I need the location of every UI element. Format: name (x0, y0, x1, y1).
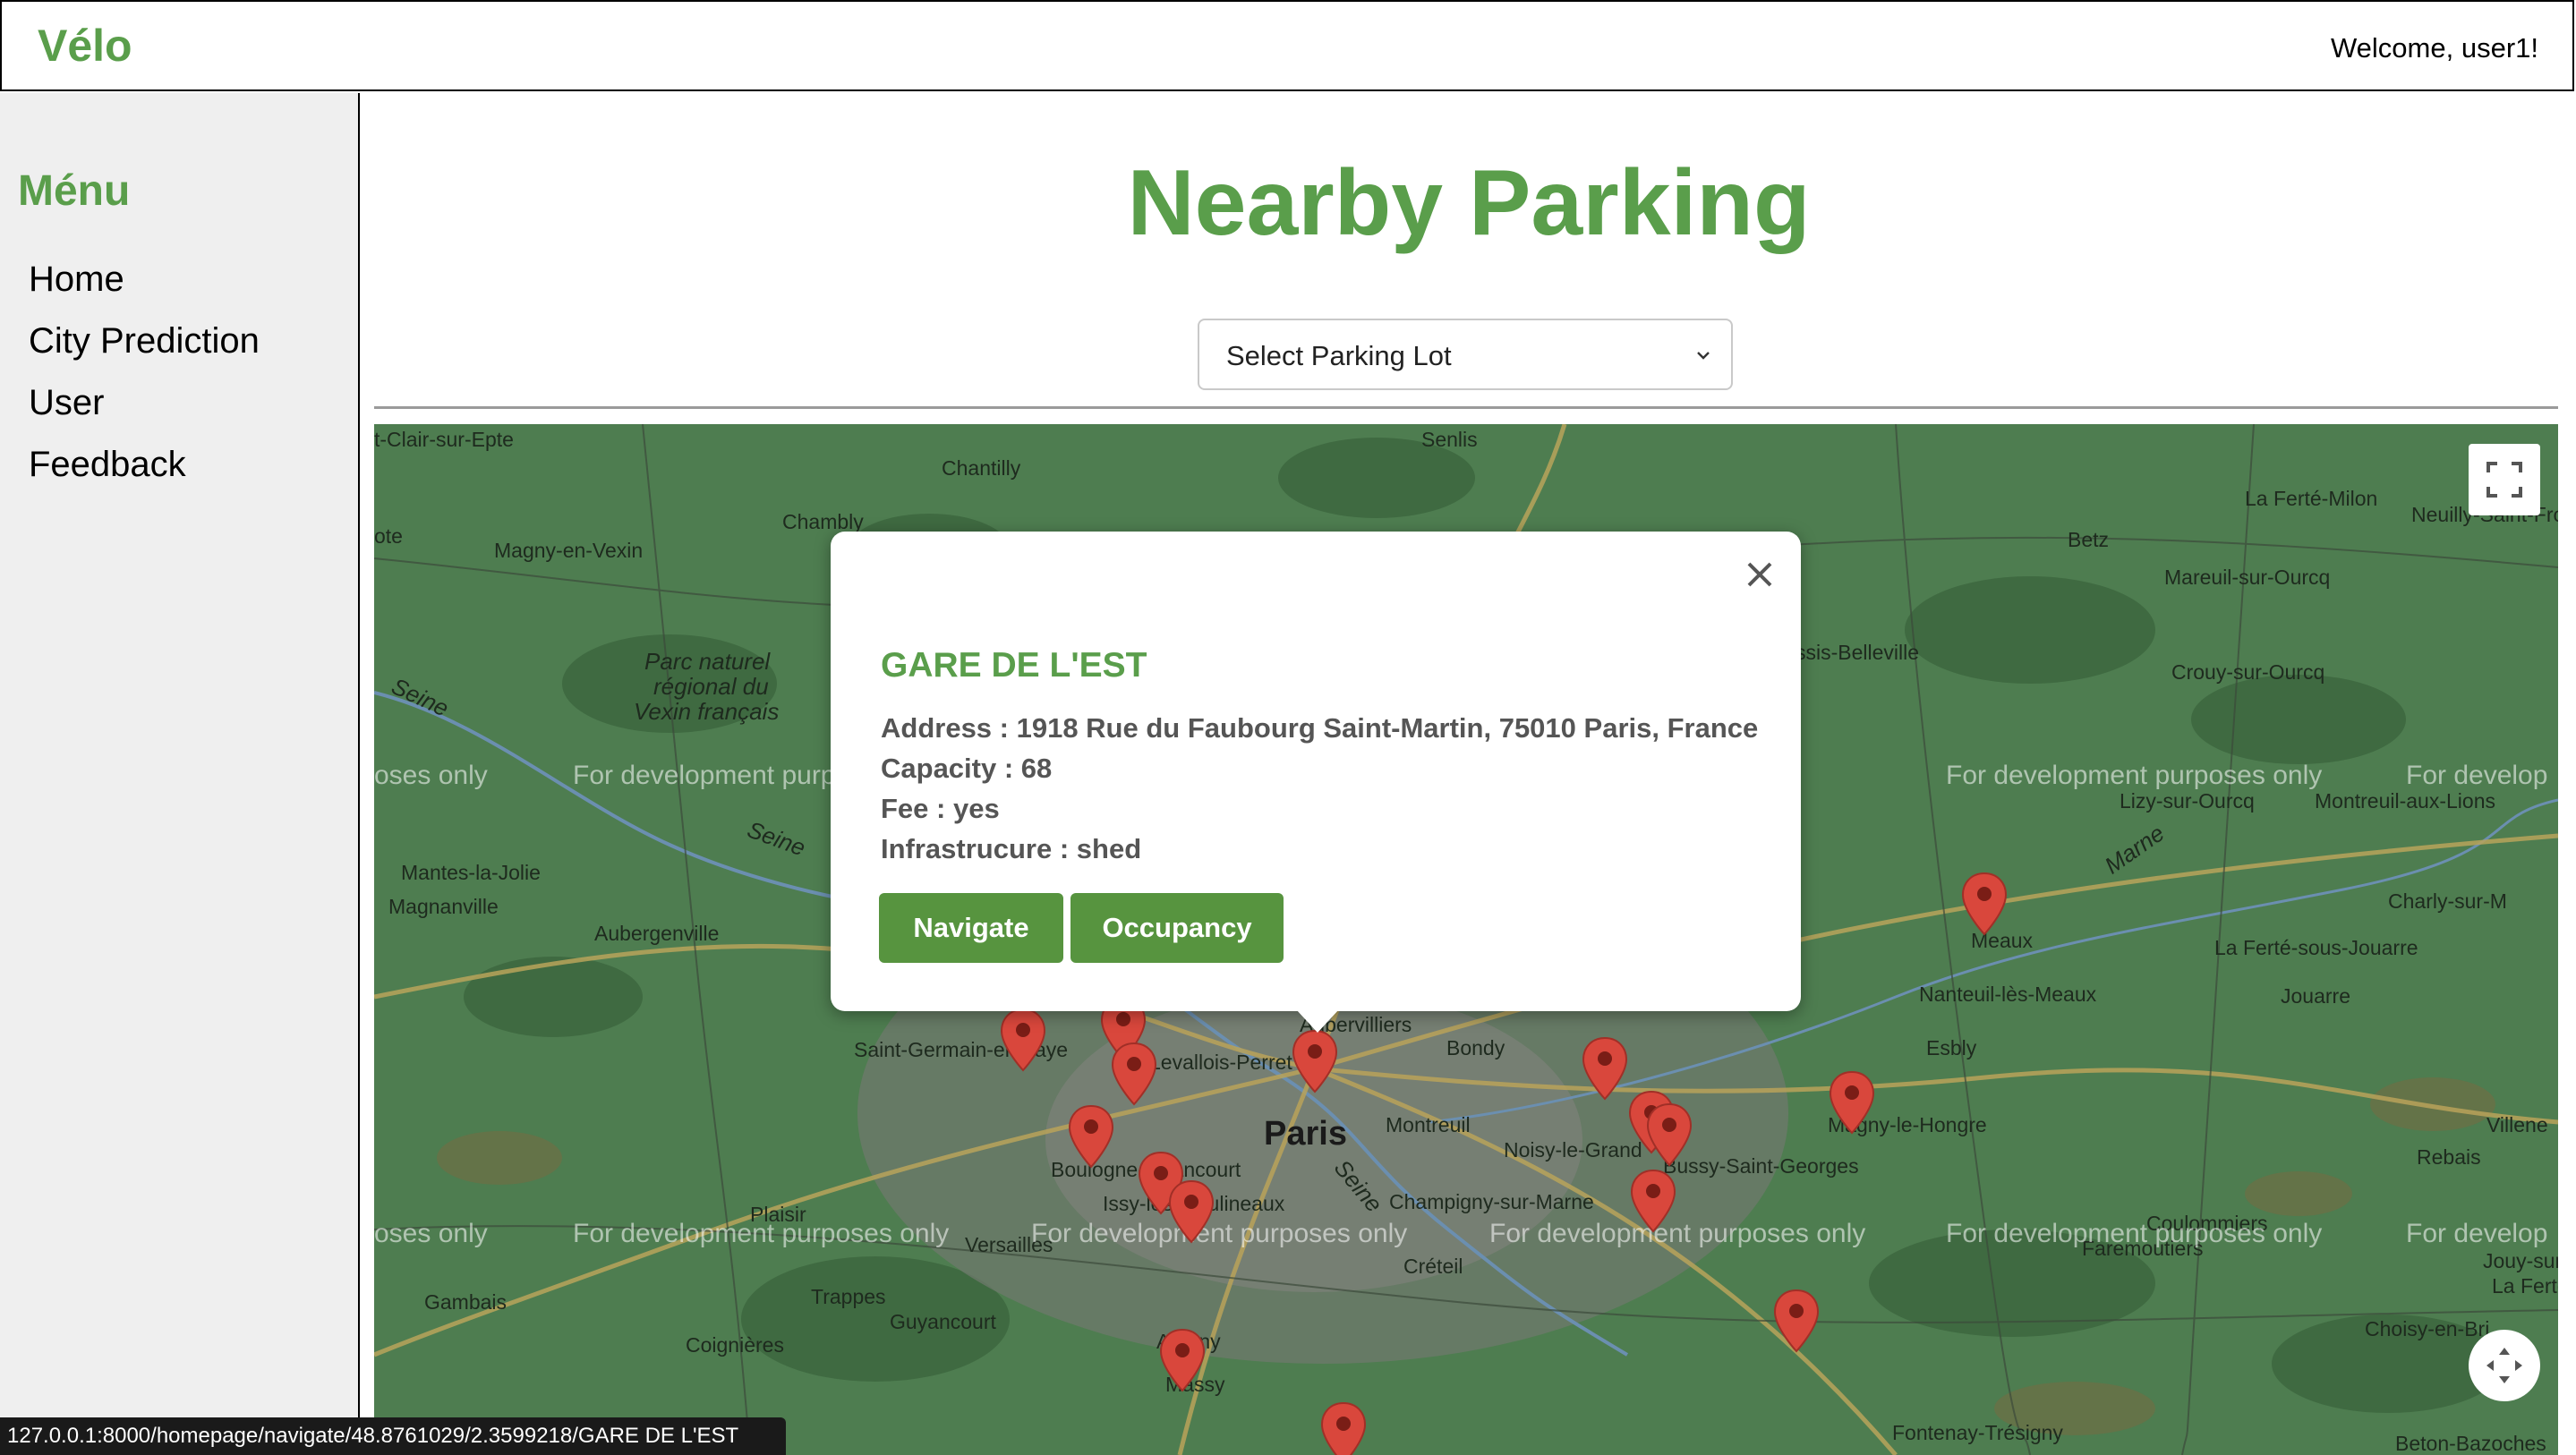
parking-marker-icon[interactable] (1291, 1029, 1339, 1093)
divider (374, 406, 2558, 409)
map-watermark: For development purposes only (573, 1219, 950, 1248)
brand-logo[interactable]: Vélo (38, 20, 132, 72)
map-place-label: ote (374, 524, 403, 548)
navigate-button[interactable]: Navigate (879, 893, 1063, 963)
parking-marker-icon[interactable] (1629, 1169, 1677, 1233)
map-place-label: Mareuil-sur-Ourcq (2164, 566, 2331, 589)
map-watermark: oses only (374, 761, 488, 790)
top-bar: Vélo Welcome, user1! (0, 0, 2574, 91)
sidebar-item-user[interactable]: User (29, 383, 104, 423)
sidebar-title: Ménu (18, 167, 131, 215)
map-place-label: Beton-Bazoches (2395, 1432, 2546, 1455)
map-place-label: Gambais (424, 1290, 508, 1314)
map-place-label: Aubergenville (594, 922, 720, 945)
map-camera-control-button[interactable] (2469, 1330, 2540, 1401)
fullscreen-button[interactable] (2469, 444, 2540, 515)
map-place-label: Fontenay-Trésigny (1892, 1421, 2063, 1444)
map-place-label: La Ferté- (2492, 1274, 2558, 1298)
parking-marker-icon[interactable] (1167, 1179, 1215, 1244)
map-place-label: Charly-sur-M (2388, 889, 2507, 913)
move-arrows-icon (2486, 1348, 2522, 1383)
parking-marker-icon[interactable] (1960, 872, 2009, 936)
parking-marker-icon[interactable] (1158, 1328, 1207, 1392)
map-watermark: oses only (374, 1219, 488, 1248)
map-place-label: Chantilly (942, 456, 1021, 480)
parking-lot-select[interactable]: Select Parking Lot (1198, 319, 1733, 390)
map-place-label: Magnanville (388, 895, 499, 918)
parking-marker-icon[interactable] (1772, 1289, 1821, 1353)
map-place-label: Chambly (782, 510, 864, 533)
sidebar-item-feedback[interactable]: Feedback (29, 445, 186, 485)
close-icon[interactable] (1742, 557, 1778, 592)
map-place-label: Montreuil-aux-Lions (2315, 789, 2495, 813)
parking-fee: Fee : yes (881, 793, 1000, 824)
parking-marker-icon[interactable] (1319, 1401, 1368, 1455)
map-place-label: Esbly (1926, 1036, 1977, 1059)
map-place-label: ssis-Belleville (1796, 641, 1920, 664)
map-place-label: Senlis (1421, 428, 1478, 451)
map-place-label: Créteil (1403, 1255, 1463, 1278)
map-place-label: Jouarre (2281, 984, 2350, 1008)
parking-address: Address : 1918 Rue du Faubourg Saint-Mar… (881, 712, 1759, 744)
map-place-label: régional du (653, 673, 769, 700)
sidebar-item-city-prediction[interactable]: City Prediction (29, 321, 260, 362)
parking-capacity: Capacity : 68 (881, 753, 1053, 784)
parking-infrastructure: Infrastrucure : shed (881, 833, 1142, 864)
map-place-label: Levallois-Perret (1149, 1051, 1292, 1074)
welcome-message: Welcome, user1! (2330, 32, 2538, 64)
parking-lot-select-value: Select Parking Lot (1226, 340, 1452, 371)
map-place-label: Villene (2486, 1113, 2548, 1136)
map-place-label: Parc naturel (644, 648, 771, 675)
parking-info-popup: GARE DE L'EST Address : 1918 Rue du Faub… (831, 532, 1801, 1011)
parking-marker-icon[interactable] (1581, 1036, 1629, 1101)
map-place-label: Nanteuil-lès-Meaux (1919, 983, 2097, 1006)
map-place-label: t-Clair-sur-Epte (374, 428, 514, 451)
map-place-label: Noisy-le-Grand (1504, 1138, 1642, 1161)
parking-marker-icon[interactable] (1067, 1104, 1115, 1169)
parking-marker-icon[interactable] (1645, 1102, 1693, 1167)
map-place-label: Mantes-la-Jolie (401, 861, 541, 884)
chevron-down-icon (1697, 352, 1710, 360)
map-watermark: For development purposes only (1489, 1219, 1866, 1248)
map-place-label: Bondy (1446, 1036, 1506, 1059)
map-place-label: Montreuil (1386, 1113, 1471, 1136)
map-place-label: Jouy-sur-Mo (2483, 1249, 2558, 1272)
map-place-label: Paris (1264, 1115, 1347, 1153)
parking-marker-icon[interactable] (1828, 1070, 1876, 1135)
sidebar-item-home[interactable]: Home (29, 260, 124, 300)
map-place-label: Champigny-sur-Marne (1389, 1190, 1594, 1213)
map-watermark: For development purposes only (1031, 1219, 1408, 1248)
map-place-label: Guyancourt (890, 1310, 996, 1333)
map-place-label: La Ferté-sous-Jouarre (2214, 936, 2418, 959)
map-place-label: Betz (2068, 528, 2110, 551)
map-watermark: For develop (2406, 761, 2548, 790)
map-place-label: Magny-en-Vexin (494, 539, 644, 562)
map-place-label: Trappes (811, 1285, 886, 1308)
browser-status-url: 127.0.0.1:8000/homepage/navigate/48.8761… (0, 1417, 786, 1455)
page-title: Nearby Parking (1127, 151, 1811, 255)
fullscreen-icon (2486, 462, 2522, 498)
map-place-label: La Ferté-Milon (2245, 487, 2378, 510)
popup-tail (1296, 1009, 1339, 1033)
occupancy-button[interactable]: Occupancy (1070, 893, 1284, 963)
map-place-label: Crouy-sur-Ourcq (2171, 660, 2325, 684)
map-place-label: Lizy-sur-Ourcq (2120, 789, 2255, 813)
map-place-label: Rebais (2417, 1145, 2481, 1169)
map-watermark: For develop (2406, 1219, 2548, 1248)
map-watermark: For development purposes only (1946, 761, 2323, 790)
map-place-label: Coignières (686, 1333, 784, 1357)
parking-marker-icon[interactable] (1110, 1042, 1158, 1106)
sidebar: Ménu Home City Prediction User Feedback (0, 93, 360, 1455)
parking-marker-icon[interactable] (999, 1008, 1047, 1072)
map-place-label: Vexin français (634, 698, 780, 725)
parking-lot-name: GARE DE L'EST (881, 646, 1147, 685)
map-watermark: For development purposes only (1946, 1219, 2323, 1248)
